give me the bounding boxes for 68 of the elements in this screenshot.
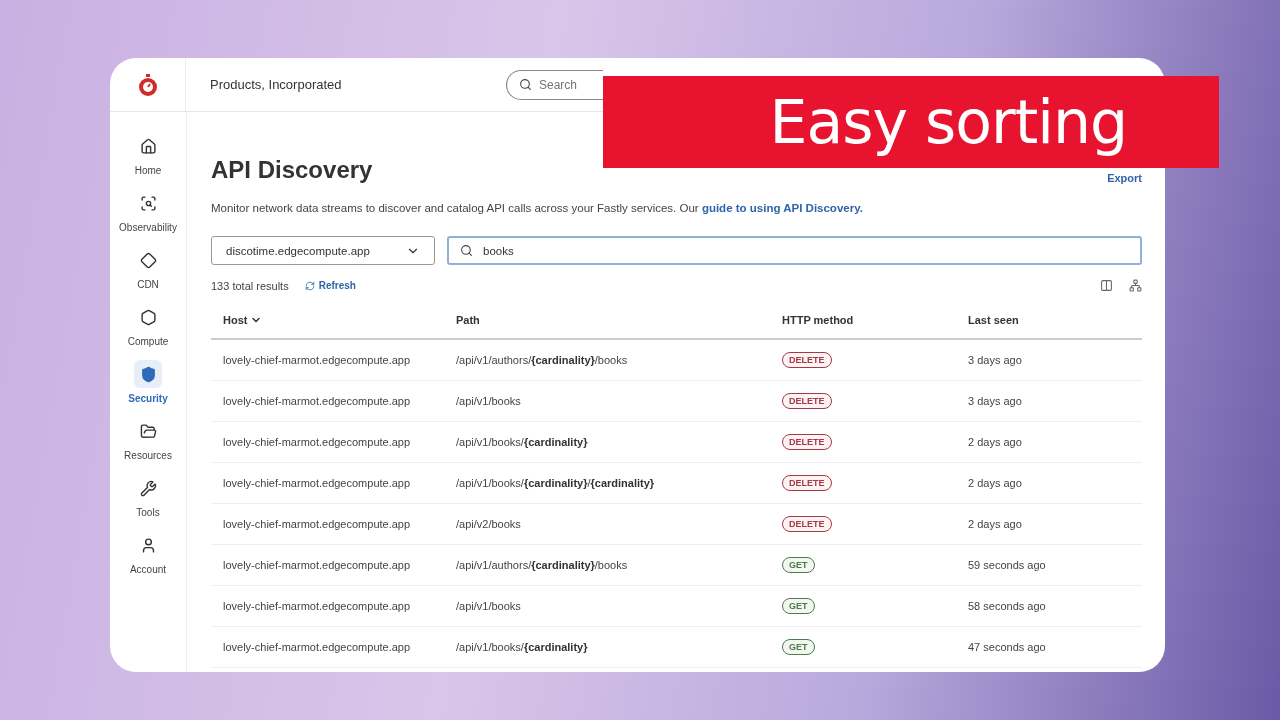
filter-field[interactable]: books <box>447 236 1142 265</box>
columns-icon[interactable] <box>1100 279 1113 292</box>
search-field[interactable]: Search <box>506 69 603 100</box>
method-tag: DELETE <box>782 516 832 532</box>
method-tag: GET <box>782 557 815 573</box>
table-cell: /api/v1/books <box>456 395 521 407</box>
caption-banner: Easy sorting <box>603 76 1219 168</box>
method-tag: DELETE <box>782 434 832 450</box>
export-link[interactable]: Export <box>1107 172 1142 184</box>
table-cell: lovely-chief-marmot.edgecompute.app <box>223 518 411 530</box>
organization-name: Products, Incorporated <box>210 77 343 92</box>
search-icon <box>460 244 473 257</box>
table-cell: 2 days ago <box>968 477 1022 489</box>
table-cell: /api/v1/books/{cardinality} <box>456 641 588 653</box>
table-cell: /api/v1/books/{cardinality}/{cardinality} <box>456 477 655 489</box>
table-cell: /api/v1/books/{cardinality} <box>456 436 588 448</box>
nav-item[interactable]: Account <box>112 531 184 575</box>
table-cell: 3 days ago <box>968 354 1022 366</box>
table-cell: lovely-chief-marmot.edgecompute.app <box>223 600 411 612</box>
nav-item[interactable]: Compute <box>112 303 184 347</box>
table-cell: 2 days ago <box>968 436 1022 448</box>
table-cell: 59 seconds ago <box>968 559 1046 571</box>
refresh-button[interactable]: Refresh <box>304 280 356 291</box>
nav-item[interactable]: Tools <box>112 474 184 518</box>
table-cell: lovely-chief-marmot.edgecompute.app <box>223 354 411 366</box>
table-cell: /api/v1/authors/{cardinality}/books <box>456 559 628 571</box>
table-cell: lovely-chief-marmot.edgecompute.app <box>223 395 411 407</box>
table-cell: 58 seconds ago <box>968 600 1046 612</box>
shield-icon <box>139 365 157 383</box>
table-cell: lovely-chief-marmot.edgecompute.app <box>223 436 411 448</box>
stopwatch-logo-icon <box>137 73 158 96</box>
folder-icon <box>139 422 157 440</box>
nav-item[interactable]: CDN <box>112 246 184 290</box>
table-cell: 2 days ago <box>968 518 1022 530</box>
wrench-icon <box>139 479 157 497</box>
service-select[interactable]: discotime.edgecompute.app <box>211 236 435 265</box>
method-tag: DELETE <box>782 352 832 368</box>
refresh-icon <box>304 280 315 291</box>
table-cell: lovely-chief-marmot.edgecompute.app <box>223 641 411 653</box>
nav-item[interactable]: Home <box>112 132 184 176</box>
table-cell: 47 seconds ago <box>968 641 1046 653</box>
hierarchy-icon[interactable] <box>1129 279 1142 292</box>
nav-item[interactable]: Observability <box>112 189 184 233</box>
column-header[interactable]: Last seen <box>968 314 1019 326</box>
nav-item[interactable]: Resources <box>112 417 184 461</box>
table-cell: lovely-chief-marmot.edgecompute.app <box>223 477 411 489</box>
page-description: Monitor network data streams to discover and catalog API calls across your Fastly services. Our guide to using API Discovery. <box>211 202 864 214</box>
method-tag: DELETE <box>782 475 832 491</box>
guide-link[interactable]: guide to using API Discovery. <box>701 202 863 214</box>
results-count: 133 total results <box>211 279 289 292</box>
diamond-icon <box>139 251 157 269</box>
table-cell: lovely-chief-marmot.edgecompute.app <box>223 559 411 571</box>
column-header[interactable]: Path <box>456 314 480 326</box>
home-icon <box>139 137 157 155</box>
table-cell: /api/v1/books <box>456 600 521 612</box>
table-cell: /api/v1/authors/{cardinality}/books <box>456 354 628 366</box>
search-icon <box>519 77 532 91</box>
method-tag: GET <box>782 639 815 655</box>
nav-item[interactable]: Security <box>112 360 184 404</box>
page-title: API Discovery <box>211 156 373 184</box>
table-cell: 3 days ago <box>968 395 1022 407</box>
hexagon-icon <box>139 308 157 326</box>
table-cell: /api/v2/books <box>456 518 521 530</box>
search-icon <box>139 194 157 212</box>
method-tag: GET <box>782 598 815 614</box>
column-header[interactable]: HTTP method <box>782 314 854 326</box>
method-tag: DELETE <box>782 393 832 409</box>
column-header[interactable]: Host <box>223 314 263 326</box>
